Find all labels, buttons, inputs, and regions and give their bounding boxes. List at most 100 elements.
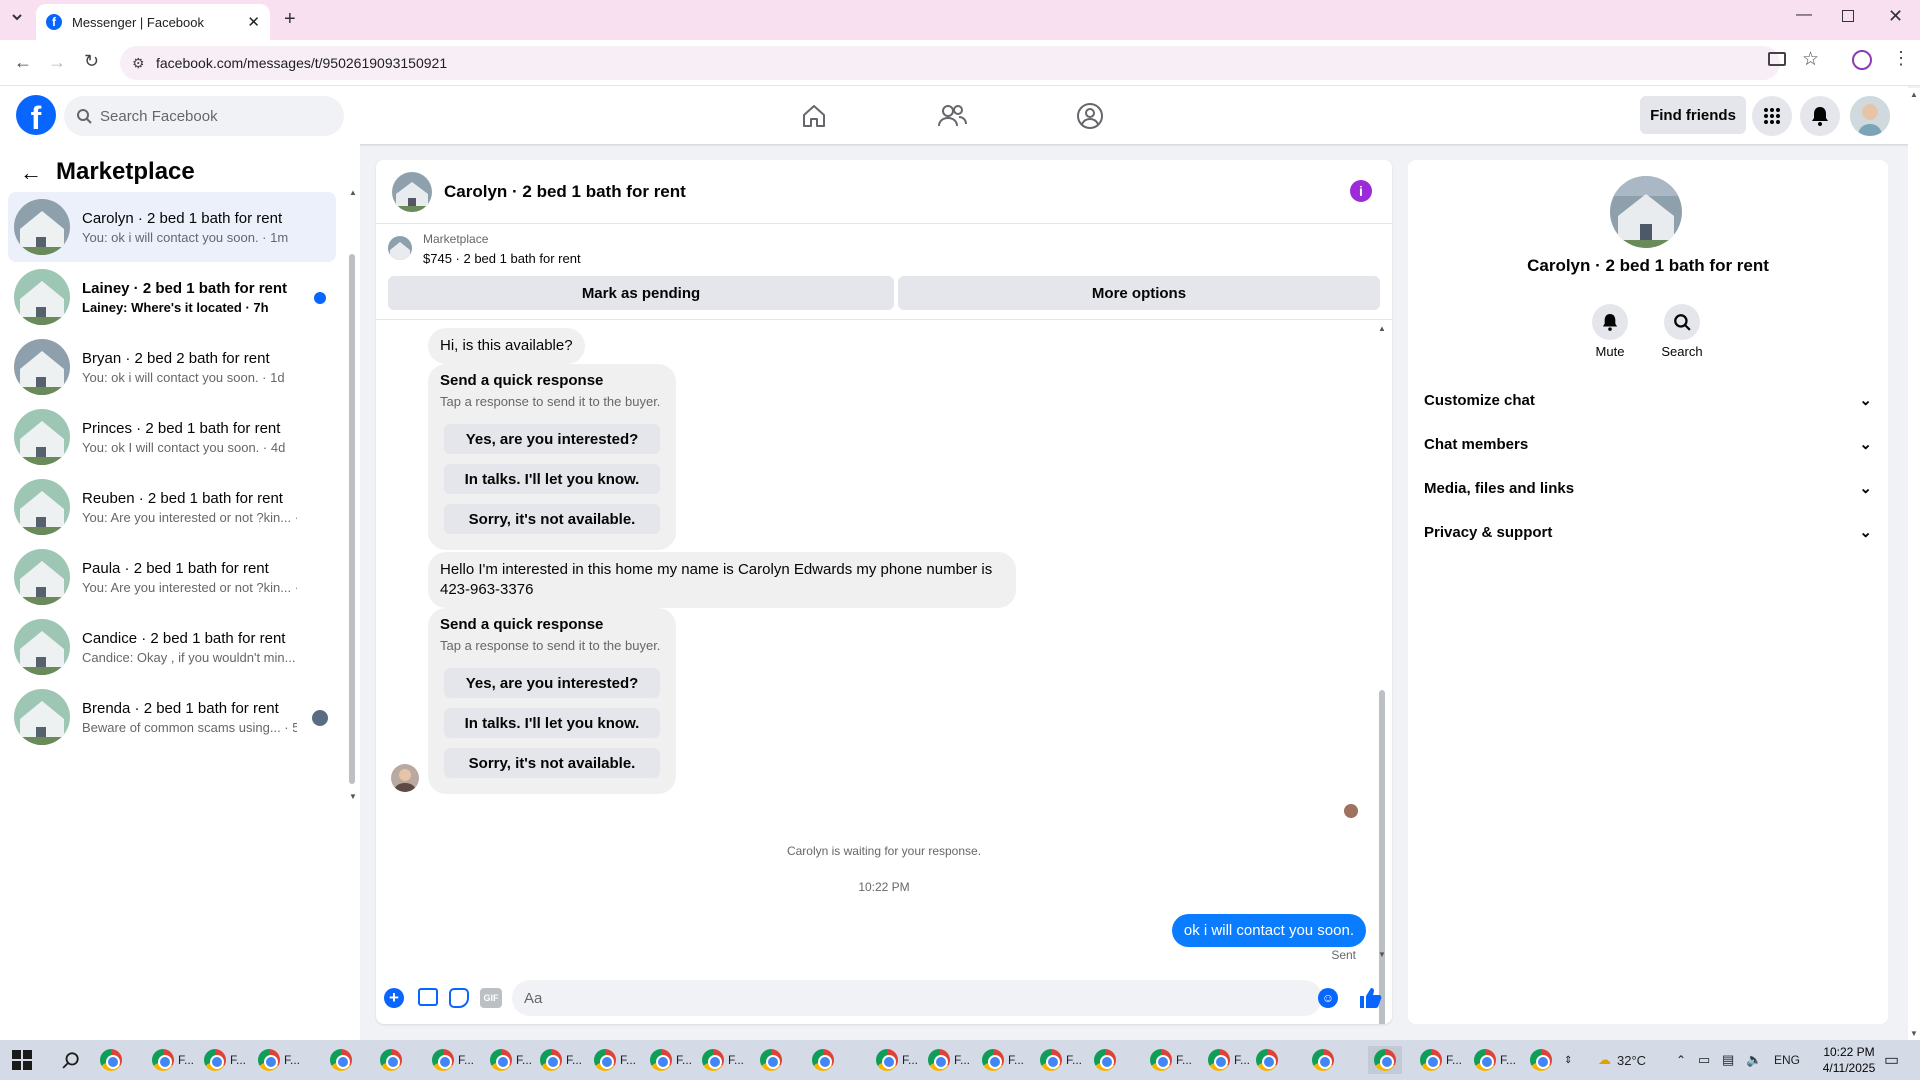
url-field[interactable]: ⚙ facebook.com/messages/t/95026190931509… — [120, 46, 1780, 80]
browser-tab[interactable]: f Messenger | Facebook ✕ — [36, 4, 270, 40]
quick-response-option[interactable]: Yes, are you interested? — [444, 668, 660, 698]
taskbar-search-icon[interactable] — [62, 1046, 80, 1074]
conversation-item[interactable]: Paula · 2 bed 1 bath for rent You: Are yo… — [8, 542, 336, 612]
facebook-search-input[interactable]: Search Facebook — [64, 96, 344, 136]
close-window-icon[interactable]: ✕ — [1888, 6, 1903, 27]
taskbar-chrome-window[interactable]: F... — [982, 1046, 1024, 1074]
conversation-item[interactable]: Lainey · 2 bed 1 bath for rent Lainey: Wh… — [8, 262, 336, 332]
chat-members-section[interactable]: Chat members ⌄ — [1424, 424, 1872, 464]
conversation-item[interactable]: Bryan · 2 bed 2 bath for rent You: ok i w… — [8, 332, 336, 402]
conversation-scrollbar[interactable]: ▲ ▼ — [349, 184, 357, 884]
taskbar-chrome-window[interactable]: F... — [928, 1046, 970, 1074]
taskbar-chrome-window[interactable]: F... — [702, 1046, 744, 1074]
bookmark-star-icon[interactable]: ☆ — [1802, 48, 1819, 71]
incoming-message[interactable]: Hello I'm interested in this home my nam… — [428, 552, 1016, 608]
quick-response-option[interactable]: In talks. I'll let you know. — [444, 464, 660, 494]
outgoing-message[interactable]: ok i will contact you soon. — [1171, 914, 1366, 947]
listing-thumbnail[interactable] — [388, 236, 412, 260]
taskbar-chrome-window[interactable]: F... — [876, 1046, 918, 1074]
incoming-message[interactable]: Hi, is this available? — [428, 328, 585, 364]
tab-search-icon[interactable] — [10, 10, 24, 24]
thumbs-up-icon[interactable] — [1358, 986, 1382, 1010]
reload-icon[interactable]: ↻ — [84, 51, 99, 72]
chat-header-avatar[interactable] — [392, 171, 432, 212]
taskbar-chrome-window[interactable]: F... — [204, 1046, 246, 1074]
forward-icon[interactable]: → — [48, 52, 66, 73]
emoji-icon[interactable]: ☺ — [1318, 988, 1338, 1008]
restore-icon[interactable] — [1842, 10, 1854, 22]
home-icon[interactable] — [796, 98, 832, 134]
language-indicator[interactable]: ENG — [1774, 1046, 1800, 1074]
mute-button[interactable] — [1592, 304, 1628, 340]
message-input[interactable]: Aa — [512, 980, 1322, 1016]
conversation-item[interactable]: Reuben · 2 bed 1 bath for rent You: Are y… — [8, 472, 336, 542]
notifications-bell-icon[interactable] — [1800, 96, 1840, 136]
taskbar-chrome-window[interactable]: F... — [432, 1046, 474, 1074]
network-icon[interactable]: ▤ — [1722, 1046, 1734, 1074]
taskbar-chrome-window[interactable] — [1312, 1046, 1334, 1074]
taskbar-chrome-window[interactable] — [380, 1046, 402, 1074]
weather-widget[interactable]: ☁ 32°C — [1598, 1046, 1646, 1074]
privacy-support-section[interactable]: Privacy & support ⌄ — [1424, 512, 1872, 552]
media-files-links-section[interactable]: Media, files and links ⌄ — [1424, 468, 1872, 508]
taskbar-chrome-window[interactable]: F... — [1150, 1046, 1192, 1074]
info-icon[interactable]: i — [1350, 180, 1372, 202]
conversation-item[interactable]: Candice · 2 bed 1 bath for rent Candice: … — [8, 612, 336, 682]
notification-center-icon[interactable]: ▭ — [1884, 1046, 1899, 1074]
quick-response-option[interactable]: In talks. I'll let you know. — [444, 708, 660, 738]
page-scrollbar[interactable]: ▲ ▼ — [1908, 88, 1920, 1040]
browser-menu-icon[interactable]: ⋮ — [1892, 48, 1910, 69]
listing-title[interactable]: $745 · 2 bed 1 bath for rent — [423, 251, 581, 266]
menu-grid-icon[interactable] — [1752, 96, 1792, 136]
taskbar-chrome-window[interactable]: F... — [258, 1046, 300, 1074]
taskbar-chrome-window[interactable]: F... — [490, 1046, 532, 1074]
taskbar-chrome-window[interactable]: F... — [594, 1046, 636, 1074]
quick-response-option[interactable]: Sorry, it's not available. — [444, 504, 660, 534]
sticker-icon[interactable] — [449, 988, 469, 1008]
gif-icon[interactable]: GIF — [480, 988, 502, 1008]
photo-icon[interactable] — [418, 988, 438, 1006]
taskbar-monitor-icon[interactable]: ▭ — [1698, 1046, 1710, 1074]
close-tab-icon[interactable]: ✕ — [247, 13, 260, 31]
taskbar-chrome-window[interactable] — [760, 1046, 782, 1074]
customize-chat-section[interactable]: Customize chat ⌄ — [1424, 380, 1872, 420]
search-conversation-button[interactable] — [1664, 304, 1700, 340]
taskbar-chrome-window[interactable] — [1530, 1046, 1552, 1074]
minimize-icon[interactable]: — — [1796, 6, 1812, 24]
taskbar-chrome-window[interactable]: F... — [1474, 1046, 1516, 1074]
back-icon[interactable]: ← — [14, 52, 32, 73]
volume-icon[interactable]: 🔈 — [1746, 1046, 1762, 1074]
conversation-item[interactable]: Carolyn · 2 bed 1 bath for rent You: ok i… — [8, 192, 336, 262]
taskbar-chrome-window[interactable] — [1368, 1046, 1402, 1074]
new-tab-icon[interactable]: + — [284, 8, 296, 31]
taskbar-chrome-window[interactable] — [1094, 1046, 1116, 1074]
plus-icon[interactable]: + — [384, 988, 404, 1008]
taskbar-scroll-icon[interactable]: ⇕ — [1564, 1046, 1572, 1074]
taskbar-chrome-window[interactable] — [1256, 1046, 1278, 1074]
more-options-button[interactable]: More options — [898, 276, 1380, 310]
windows-start-icon[interactable] — [12, 1046, 32, 1074]
conversation-item[interactable]: Princes · 2 bed 1 bath for rent You: ok I… — [8, 402, 336, 472]
chat-scrollbar[interactable]: ▲ ▼ — [1378, 324, 1386, 1024]
friends-icon[interactable] — [934, 98, 970, 134]
taskbar-chrome-window[interactable]: F... — [152, 1046, 194, 1074]
taskbar-chrome-window[interactable]: F... — [1208, 1046, 1250, 1074]
facebook-logo[interactable]: f — [16, 95, 56, 135]
back-arrow-icon[interactable]: ← — [20, 160, 42, 186]
profile-nav-icon[interactable] — [1072, 98, 1108, 134]
show-hidden-icons-icon[interactable]: ⌃ — [1676, 1046, 1686, 1074]
mark-as-pending-button[interactable]: Mark as pending — [388, 276, 894, 310]
find-friends-button[interactable]: Find friends — [1640, 96, 1746, 134]
quick-response-option[interactable]: Yes, are you interested? — [444, 424, 660, 454]
taskbar-chrome-window[interactable] — [100, 1046, 122, 1074]
profile-icon[interactable] — [1852, 50, 1872, 70]
install-app-icon[interactable] — [1768, 52, 1786, 66]
taskbar-chrome-window[interactable] — [812, 1046, 834, 1074]
clock[interactable]: 10:22 PM 4/11/2025 — [1814, 1044, 1884, 1076]
sender-avatar[interactable] — [391, 764, 419, 792]
site-info-icon[interactable]: ⚙ — [132, 55, 145, 72]
contact-avatar[interactable] — [1610, 176, 1682, 248]
quick-response-option[interactable]: Sorry, it's not available. — [444, 748, 660, 778]
taskbar-chrome-window[interactable]: F... — [650, 1046, 692, 1074]
taskbar-chrome-window[interactable]: F... — [1040, 1046, 1082, 1074]
